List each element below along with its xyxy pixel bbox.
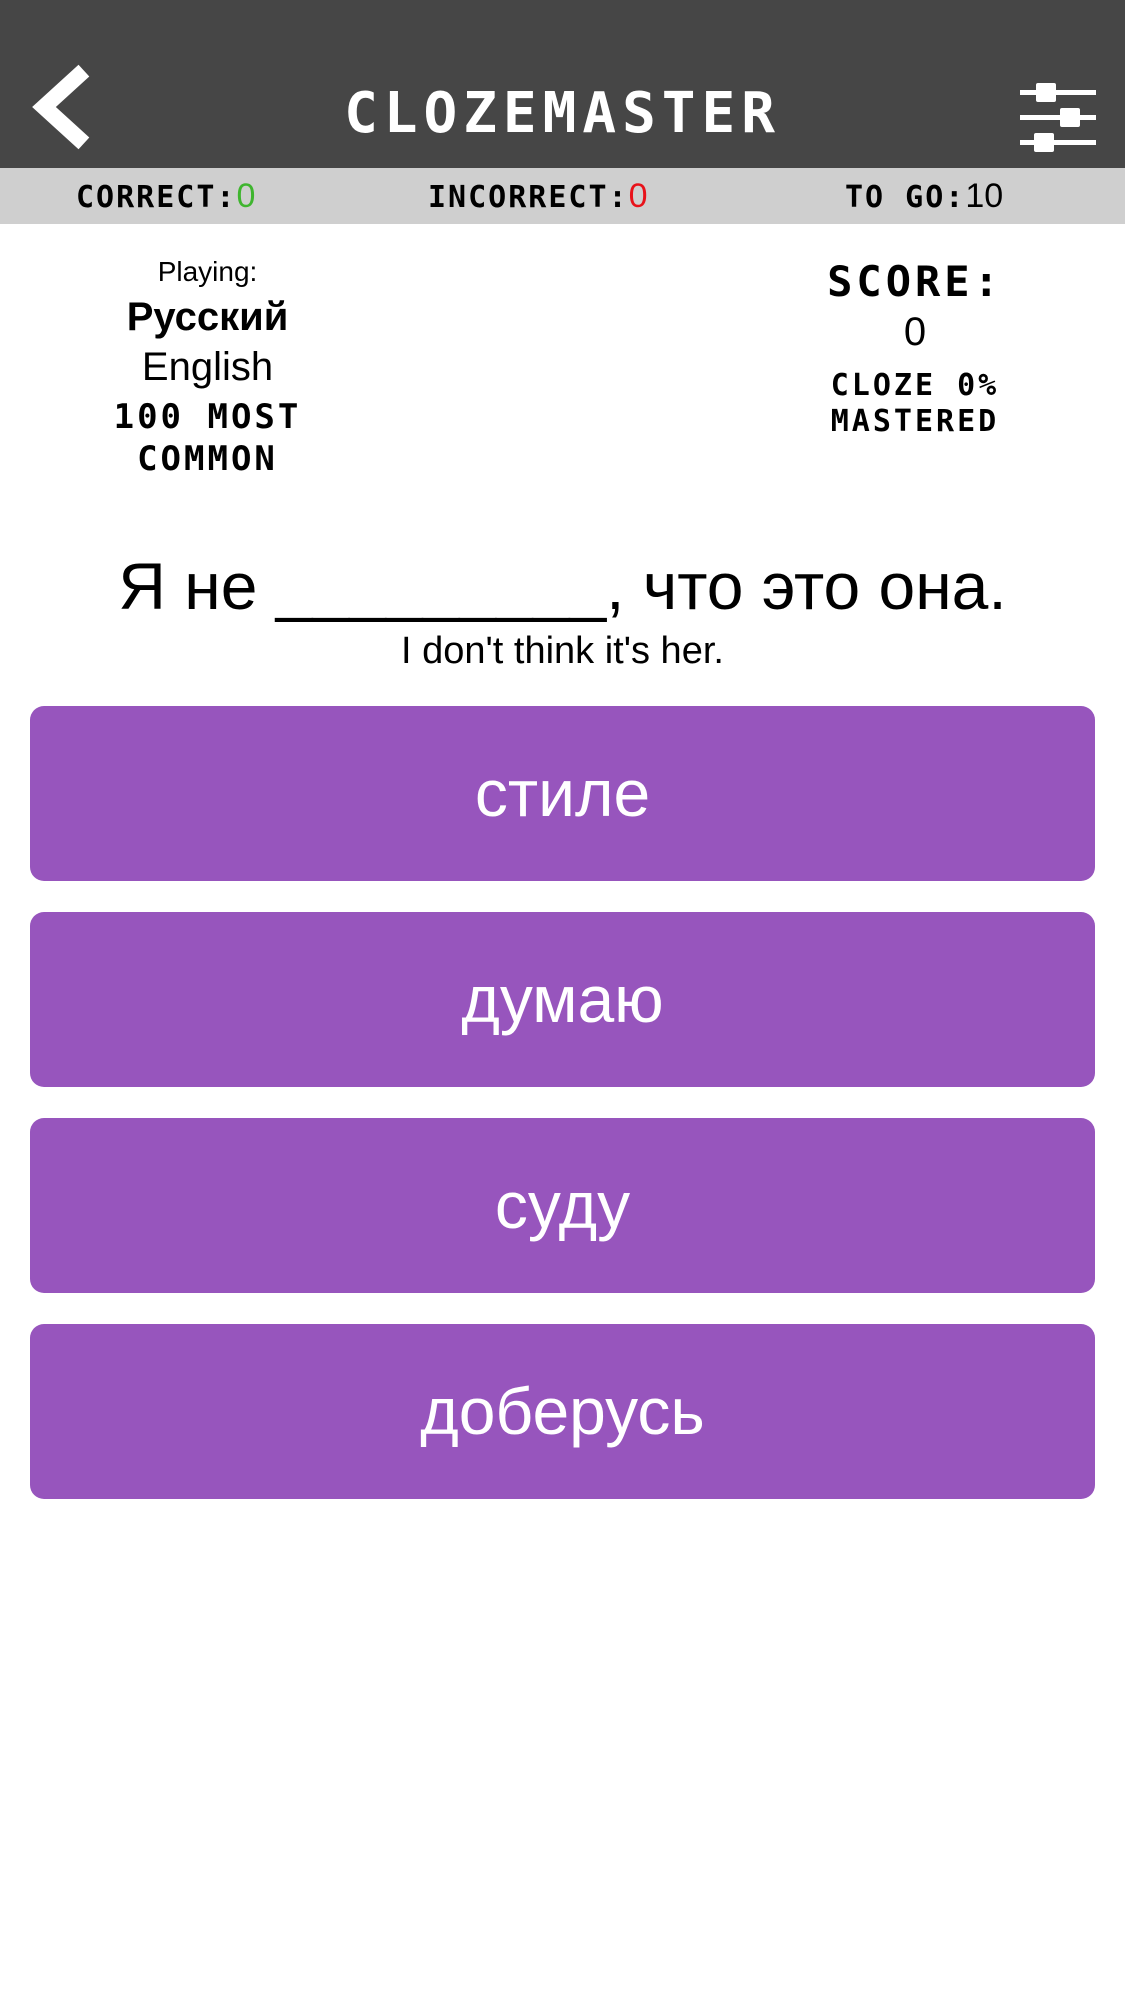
native-language: English: [141, 345, 274, 389]
mastered-line-2: MASTERED: [830, 404, 1000, 439]
mastered-line-1: CLOZE 0%: [830, 368, 1000, 403]
collection-line-2: COMMON: [137, 439, 278, 479]
target-language: Русский: [126, 295, 289, 339]
score-label: SCORE:: [827, 257, 1003, 306]
collection-name: 100 MOST COMMON: [60, 396, 355, 480]
sliders-icon: [1020, 83, 1096, 152]
incorrect-count: 0: [628, 177, 648, 215]
correct-label: CORRECT:: [76, 180, 237, 215]
correct-stat: CORRECT:0: [76, 168, 255, 224]
stats-bar: CORRECT:0 INCORRECT:0 TO GO:10: [0, 168, 1125, 224]
answer-button-2[interactable]: думаю: [30, 912, 1095, 1087]
answer-button-1[interactable]: стиле: [30, 706, 1095, 881]
mastered-info: CLOZE 0% MASTERED: [790, 368, 1040, 440]
app-title: CLOZEMASTER: [344, 81, 781, 146]
cloze-sentence: Я не _________, что это она.: [0, 546, 1125, 626]
answer-button-3[interactable]: суду: [30, 1118, 1095, 1293]
sentence-translation: I don't think it's her.: [401, 630, 724, 672]
score-value: 0: [903, 310, 927, 354]
to-go-label: TO GO:: [845, 180, 966, 215]
collection-line-1: 100 MOST: [113, 397, 302, 437]
playing-label: Playing:: [157, 256, 258, 287]
to-go-stat: TO GO:10: [845, 168, 1003, 224]
sentence-after-blank: , что это она.: [606, 549, 1007, 623]
correct-count: 0: [236, 177, 256, 215]
sentence-blank: _________: [275, 549, 607, 623]
app-header: CLOZEMASTER: [0, 0, 1125, 168]
incorrect-label: INCORRECT:: [428, 180, 629, 215]
score-info: SCORE: 0 CLOZE 0% MASTERED: [790, 258, 1040, 440]
to-go-count: 10: [965, 177, 1004, 215]
sentence-before-blank: Я не: [118, 549, 276, 623]
playing-info: Playing: Русский English 100 MOST COMMON: [60, 252, 355, 480]
settings-button[interactable]: [1018, 82, 1098, 154]
answer-button-4[interactable]: доберусь: [30, 1324, 1095, 1499]
incorrect-stat: INCORRECT:0: [428, 168, 648, 224]
